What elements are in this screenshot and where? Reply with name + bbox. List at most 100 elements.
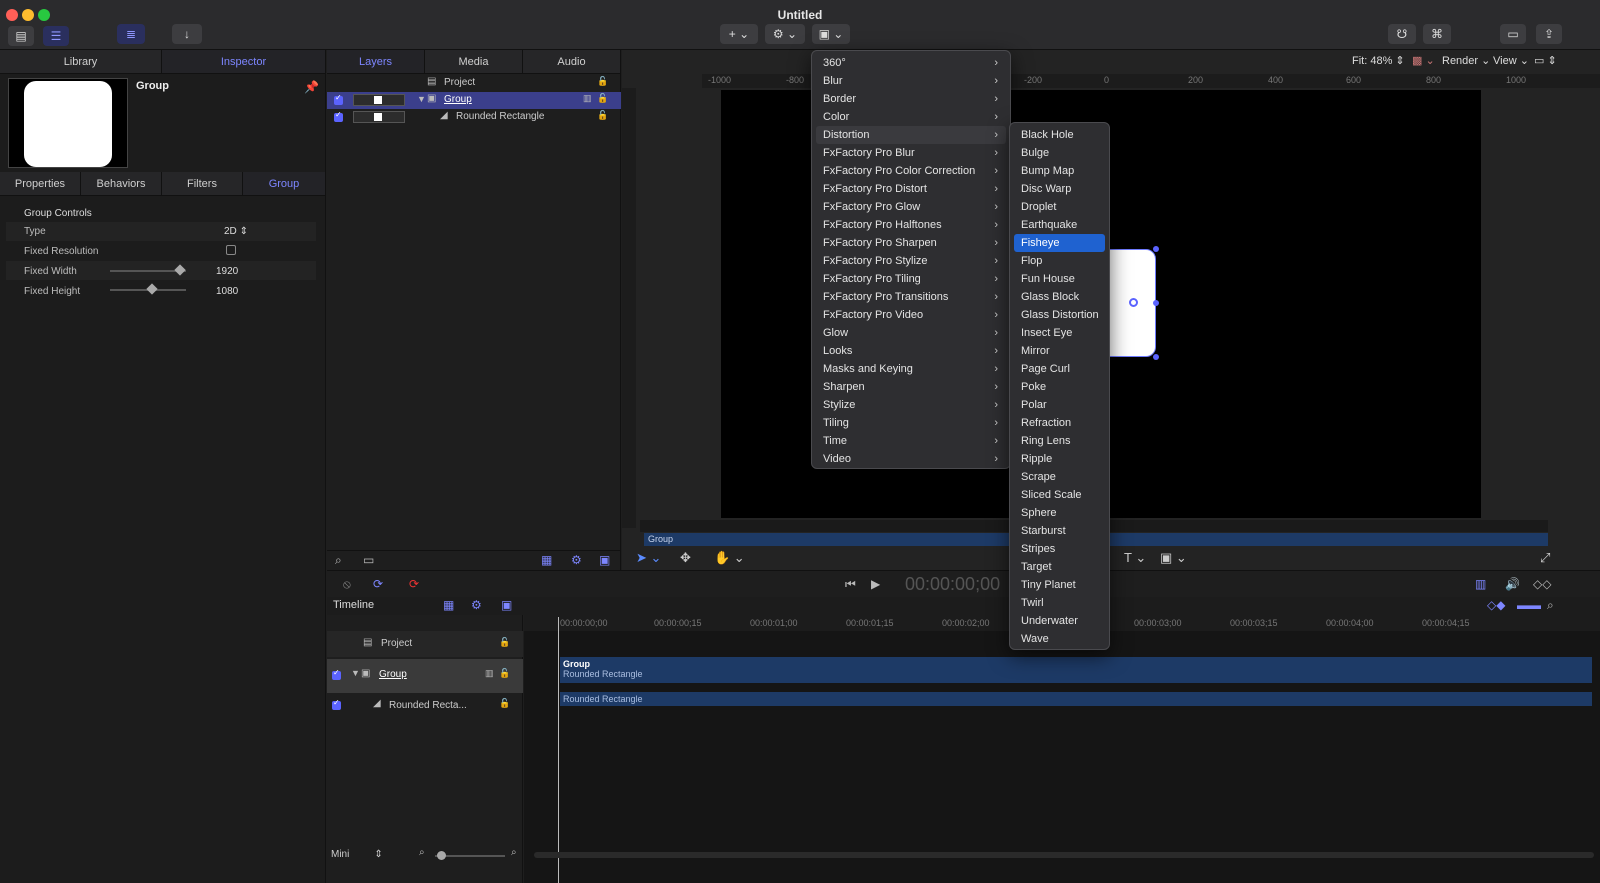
anchor-point-handle[interactable]: [1129, 298, 1138, 307]
snap-icon[interactable]: ◇◆: [1487, 598, 1505, 612]
menu-item-glow[interactable]: Glow ›: [816, 324, 1006, 342]
zoom-in-icon[interactable]: ⌕: [511, 847, 517, 858]
menu-item-fxfactory-pro-tiling[interactable]: FxFactory Pro Tiling ›: [816, 270, 1006, 288]
menu-item-fxfactory-pro-halftones[interactable]: FxFactory Pro Halftones ›: [816, 216, 1006, 234]
timeline-project-row[interactable]: ▤ Project 🔓: [327, 631, 523, 657]
rect-visibility-checkbox[interactable]: [332, 698, 341, 710]
behaviors-icon[interactable]: ⚙: [571, 553, 582, 567]
share-down-icon[interactable]: ↓: [172, 24, 202, 44]
grid-icon[interactable]: ▦: [443, 598, 454, 612]
view-menu[interactable]: View ⌄: [1493, 54, 1529, 67]
tab-layers[interactable]: Layers: [327, 50, 425, 74]
zoom-icon[interactable]: ⌕: [1547, 598, 1554, 613]
group-visibility-checkbox[interactable]: [332, 668, 341, 680]
playhead[interactable]: [558, 617, 559, 883]
submenu-item-fisheye[interactable]: Fisheye: [1014, 234, 1105, 252]
tab-media[interactable]: Media: [425, 50, 523, 74]
submenu-item-scrape[interactable]: Scrape: [1014, 468, 1105, 486]
audio-mute-icon[interactable]: ⦸: [343, 577, 351, 592]
text-tool-icon[interactable]: T ⌄: [1124, 550, 1146, 566]
search-icon[interactable]: ⌕: [335, 553, 342, 568]
layer-group-row[interactable]: ▼ ▣ Group ▥ 🔓: [327, 92, 621, 109]
timeline-toggle-icon[interactable]: ▭: [1500, 24, 1526, 44]
fixed-resolution-checkbox[interactable]: [226, 245, 236, 255]
submenu-item-stripes[interactable]: Stripes: [1014, 540, 1105, 558]
timeline-scrollbar[interactable]: [534, 852, 1594, 858]
rect-clip[interactable]: Rounded Rectangle: [560, 692, 1592, 706]
fullscreen-icon[interactable]: ⤢: [1540, 550, 1550, 566]
pin-icon[interactable]: 📌: [304, 80, 319, 94]
menu-item-video[interactable]: Video ›: [816, 450, 1006, 468]
submenu-item-starburst[interactable]: Starburst: [1014, 522, 1105, 540]
submenu-item-disc-warp[interactable]: Disc Warp: [1014, 180, 1105, 198]
submenu-item-ripple[interactable]: Ripple: [1014, 450, 1105, 468]
submenu-item-glass-block[interactable]: Glass Block: [1014, 288, 1105, 306]
transform-tool-icon[interactable]: ✥: [680, 550, 691, 566]
loop-icon[interactable]: ⟳: [373, 577, 383, 591]
menu-item-blur[interactable]: Blur ›: [816, 72, 1006, 90]
group-clip[interactable]: Group Rounded Rectangle: [560, 657, 1592, 683]
tab-library[interactable]: Library: [0, 50, 162, 74]
group-visibility-checkbox[interactable]: [334, 93, 343, 105]
submenu-item-poke[interactable]: Poke: [1014, 378, 1105, 396]
grid-icon[interactable]: ▦: [541, 553, 552, 567]
zoom-out-icon[interactable]: ⌕: [419, 847, 425, 858]
timeline-view-icon[interactable]: ▥: [1475, 577, 1486, 591]
skimming-icon[interactable]: ▬▬: [1517, 598, 1541, 612]
tab-filters[interactable]: Filters: [162, 172, 243, 196]
lock-icon[interactable]: 🔓: [597, 110, 608, 121]
inspector-toggle-icon[interactable]: ☰: [43, 26, 69, 46]
submenu-item-bump-map[interactable]: Bump Map: [1014, 162, 1105, 180]
tab-group[interactable]: Group: [243, 172, 326, 196]
menu-item-tiling[interactable]: Tiling ›: [816, 414, 1006, 432]
menu-item-distortion[interactable]: Distortion ›: [816, 126, 1006, 144]
isolate-icon[interactable]: ▥: [485, 668, 494, 679]
view-layout-icon[interactable]: ▭ ⇕: [1534, 54, 1557, 67]
disclosure-triangle-icon[interactable]: ▼: [417, 94, 426, 104]
menu-item-fxfactory-pro-sharpen[interactable]: FxFactory Pro Sharpen ›: [816, 234, 1006, 252]
zoom-select[interactable]: Fit: 48% ⇕: [1352, 54, 1405, 67]
lock-icon[interactable]: 🔓: [499, 668, 510, 679]
menu-item-fxfactory-pro-stylize[interactable]: FxFactory Pro Stylize ›: [816, 252, 1006, 270]
lock-icon[interactable]: 🔓: [499, 637, 510, 648]
layer-options-icon[interactable]: ▭: [363, 553, 374, 567]
audio-icon[interactable]: 🔊: [1505, 577, 1520, 591]
layers-toggle-icon[interactable]: ≣: [117, 24, 145, 44]
go-to-start-icon[interactable]: ⏮: [845, 577, 856, 592]
gear-icon[interactable]: ⚙ ⌄: [765, 24, 805, 44]
layout-icon[interactable]: ▣ ⌄: [812, 24, 850, 44]
share-icon[interactable]: ⇪: [1536, 24, 1562, 44]
menu-item-looks[interactable]: Looks ›: [816, 342, 1006, 360]
submenu-item-mirror[interactable]: Mirror: [1014, 342, 1105, 360]
record-icon[interactable]: ⟳: [409, 577, 419, 591]
submenu-item-target[interactable]: Target: [1014, 558, 1105, 576]
submenu-item-tiny-planet[interactable]: Tiny Planet: [1014, 576, 1105, 594]
timecode-display[interactable]: 00:00:00;00: [905, 574, 1000, 595]
timeline-group-row[interactable]: ▼ ▣ Group ▥ 🔓: [327, 659, 523, 693]
keyframe-nav-icon[interactable]: ◇◇: [1533, 577, 1551, 591]
lock-icon[interactable]: 🔓: [597, 93, 608, 104]
menu-item-fxfactory-pro-video[interactable]: FxFactory Pro Video ›: [816, 306, 1006, 324]
layer-rect-row[interactable]: ◢ Rounded Rectangle 🔓: [327, 109, 621, 126]
layer-project-row[interactable]: ▤ Project 🔓: [327, 75, 621, 92]
menu-item-fxfactory-pro-glow[interactable]: FxFactory Pro Glow ›: [816, 198, 1006, 216]
render-menu[interactable]: Render ⌄: [1442, 54, 1490, 67]
fixed-width-value[interactable]: 1920: [216, 266, 238, 277]
resize-handle[interactable]: [1153, 300, 1159, 306]
mask-tool-icon[interactable]: ▣ ⌄: [1160, 550, 1187, 566]
submenu-item-page-curl[interactable]: Page Curl: [1014, 360, 1105, 378]
menu-item-fxfactory-pro-color-correction[interactable]: FxFactory Pro Color Correction ›: [816, 162, 1006, 180]
tab-behaviors[interactable]: Behaviors: [81, 172, 162, 196]
filters-icon[interactable]: ▣: [501, 598, 512, 612]
menu-item-fxfactory-pro-distort[interactable]: FxFactory Pro Distort ›: [816, 180, 1006, 198]
resize-handle[interactable]: [1153, 354, 1159, 360]
command-icon[interactable]: ⌘: [1423, 24, 1451, 44]
fixed-height-slider-knob[interactable]: [146, 283, 158, 295]
zoom-mode-select[interactable]: Mini ⇕: [331, 849, 383, 860]
submenu-item-underwater[interactable]: Underwater: [1014, 612, 1105, 630]
fixed-height-value[interactable]: 1080: [216, 286, 238, 297]
submenu-item-black-hole[interactable]: Black Hole: [1014, 126, 1105, 144]
color-channels-icon[interactable]: ▩ ⌄: [1412, 54, 1435, 67]
submenu-item-twirl[interactable]: Twirl: [1014, 594, 1105, 612]
tab-properties[interactable]: Properties: [0, 172, 81, 196]
